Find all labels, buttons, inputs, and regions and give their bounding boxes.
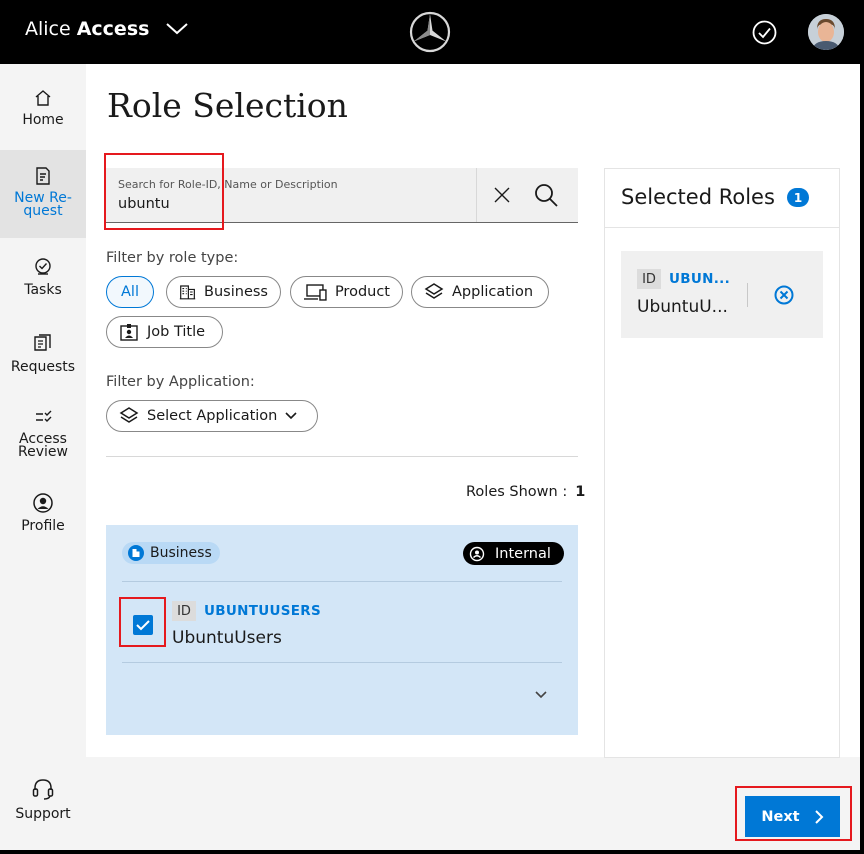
sidebar-item-label: New Re- quest xyxy=(14,190,72,219)
chevron-right-icon xyxy=(814,809,824,824)
filter-chip-label: Application xyxy=(452,284,534,300)
search-value: ubuntu xyxy=(118,196,170,212)
sidebar-item-label: Tasks xyxy=(24,282,62,298)
role-type-filter-label: Filter by role type: xyxy=(106,250,239,266)
checkmark-icon xyxy=(136,620,150,631)
filter-chip-label: Job Title xyxy=(147,324,206,340)
application-select-label: Select Application xyxy=(147,408,278,424)
sidebar-item-label: Requests xyxy=(10,359,76,375)
role-type-label: Business xyxy=(150,545,212,561)
profile-icon xyxy=(33,493,53,513)
building-icon xyxy=(128,545,144,561)
devices-icon xyxy=(303,284,327,301)
search-divider xyxy=(476,168,477,222)
task-check-icon[interactable] xyxy=(752,20,777,45)
remove-circle-icon[interactable] xyxy=(773,284,795,306)
id-tag: ID xyxy=(172,601,196,621)
filter-chip-label: Product xyxy=(334,284,390,300)
page-title: Role Selection xyxy=(107,86,348,125)
sidebar-item-label: Access Review xyxy=(18,431,68,460)
application-select[interactable]: Select Application xyxy=(106,400,318,432)
selected-role-item: ID UBUN... UbuntuU... xyxy=(621,251,823,338)
role-name: UbuntuUsers xyxy=(172,628,282,648)
filter-chip-label: All xyxy=(121,284,139,300)
app-name-light: Alice xyxy=(25,18,71,40)
sidebar-item-profile[interactable]: Profile xyxy=(0,492,86,533)
item-divider xyxy=(747,283,748,307)
search-placeholder: Search for Role-ID, Name or Description xyxy=(118,178,338,191)
search-input[interactable]: Search for Role-ID, Name or Description … xyxy=(106,168,578,223)
home-icon xyxy=(35,90,51,106)
classification-badge: Internal xyxy=(463,542,564,565)
user-avatar[interactable] xyxy=(808,14,844,50)
selected-count-badge: 1 xyxy=(787,188,809,207)
application-filter-label: Filter by Application: xyxy=(106,374,255,390)
building-icon xyxy=(179,285,196,300)
sidebar-item-home[interactable]: Home xyxy=(0,88,86,127)
chevron-down-icon xyxy=(166,23,189,35)
selected-role-id[interactable]: UBUN... xyxy=(669,271,730,287)
filter-chip-product[interactable]: Product xyxy=(290,276,403,308)
card-divider xyxy=(122,581,562,582)
filter-chip-business[interactable]: Business xyxy=(166,276,281,308)
app-switcher[interactable]: Alice Access xyxy=(25,18,189,40)
card-divider xyxy=(122,662,562,663)
selected-role-name: UbuntuU... xyxy=(637,297,728,317)
next-button-label: Next xyxy=(761,808,800,825)
sidebar-item-new-request[interactable]: New Re- quest xyxy=(0,150,86,238)
filter-chip-label: Business xyxy=(204,284,268,300)
filter-chip-application[interactable]: Application xyxy=(411,276,549,308)
divider xyxy=(106,456,578,457)
filter-chip-all[interactable]: All xyxy=(106,276,154,308)
panel-divider xyxy=(605,227,839,228)
selected-roles-title: Selected Roles xyxy=(621,185,775,209)
search-icon[interactable] xyxy=(533,182,559,208)
filter-chip-job-title[interactable]: Job Title xyxy=(106,316,223,348)
sidebar-item-requests[interactable]: Requests xyxy=(0,333,86,374)
star-logo-icon xyxy=(409,11,451,53)
internal-icon xyxy=(469,546,485,561)
role-card[interactable]: Business Internal ID UBUNTUUSERS UbuntuU… xyxy=(106,525,578,735)
clear-icon[interactable] xyxy=(492,185,512,205)
app-name-bold: Access xyxy=(76,18,150,40)
role-checkbox[interactable] xyxy=(133,615,153,635)
id-tag: ID xyxy=(637,269,661,289)
tasks-icon xyxy=(35,258,51,275)
role-id[interactable]: UBUNTUUSERS xyxy=(204,603,321,619)
roles-shown: Roles Shown : 1 xyxy=(466,484,585,500)
headset-icon xyxy=(32,779,54,800)
layers-icon xyxy=(424,283,444,299)
sidebar-item-label: Support xyxy=(15,806,71,822)
roles-shown-count: 1 xyxy=(575,484,586,500)
access-review-icon xyxy=(36,410,52,422)
next-button[interactable]: Next xyxy=(745,796,840,837)
roles-shown-label: Roles Shown : xyxy=(466,484,568,500)
sidebar-item-tasks[interactable]: Tasks xyxy=(0,256,86,297)
top-bar: Alice Access xyxy=(0,0,864,64)
sidebar-item-label: Home xyxy=(22,112,64,128)
sidebar: Home New Re- quest Tasks Requests Access… xyxy=(0,64,86,850)
window-edge-bottom xyxy=(0,850,864,854)
avatar-photo xyxy=(808,14,844,50)
footer-bar xyxy=(86,757,860,850)
window-edge xyxy=(860,64,864,854)
chevron-down-icon xyxy=(285,412,297,420)
selected-roles-panel: Selected Roles 1 ID UBUN... UbuntuU... xyxy=(604,168,840,758)
sidebar-item-support[interactable]: Support xyxy=(0,776,86,821)
id-badge-icon xyxy=(120,324,138,341)
classification-label: Internal xyxy=(495,545,551,562)
chevron-down-icon[interactable] xyxy=(533,690,549,700)
sidebar-item-label: Profile xyxy=(21,518,65,534)
role-type-tag: Business xyxy=(122,542,220,564)
layers-icon xyxy=(119,407,139,423)
sidebar-item-access-review[interactable]: Access Review xyxy=(0,409,86,459)
new-request-icon xyxy=(36,167,50,185)
requests-icon xyxy=(34,334,51,351)
